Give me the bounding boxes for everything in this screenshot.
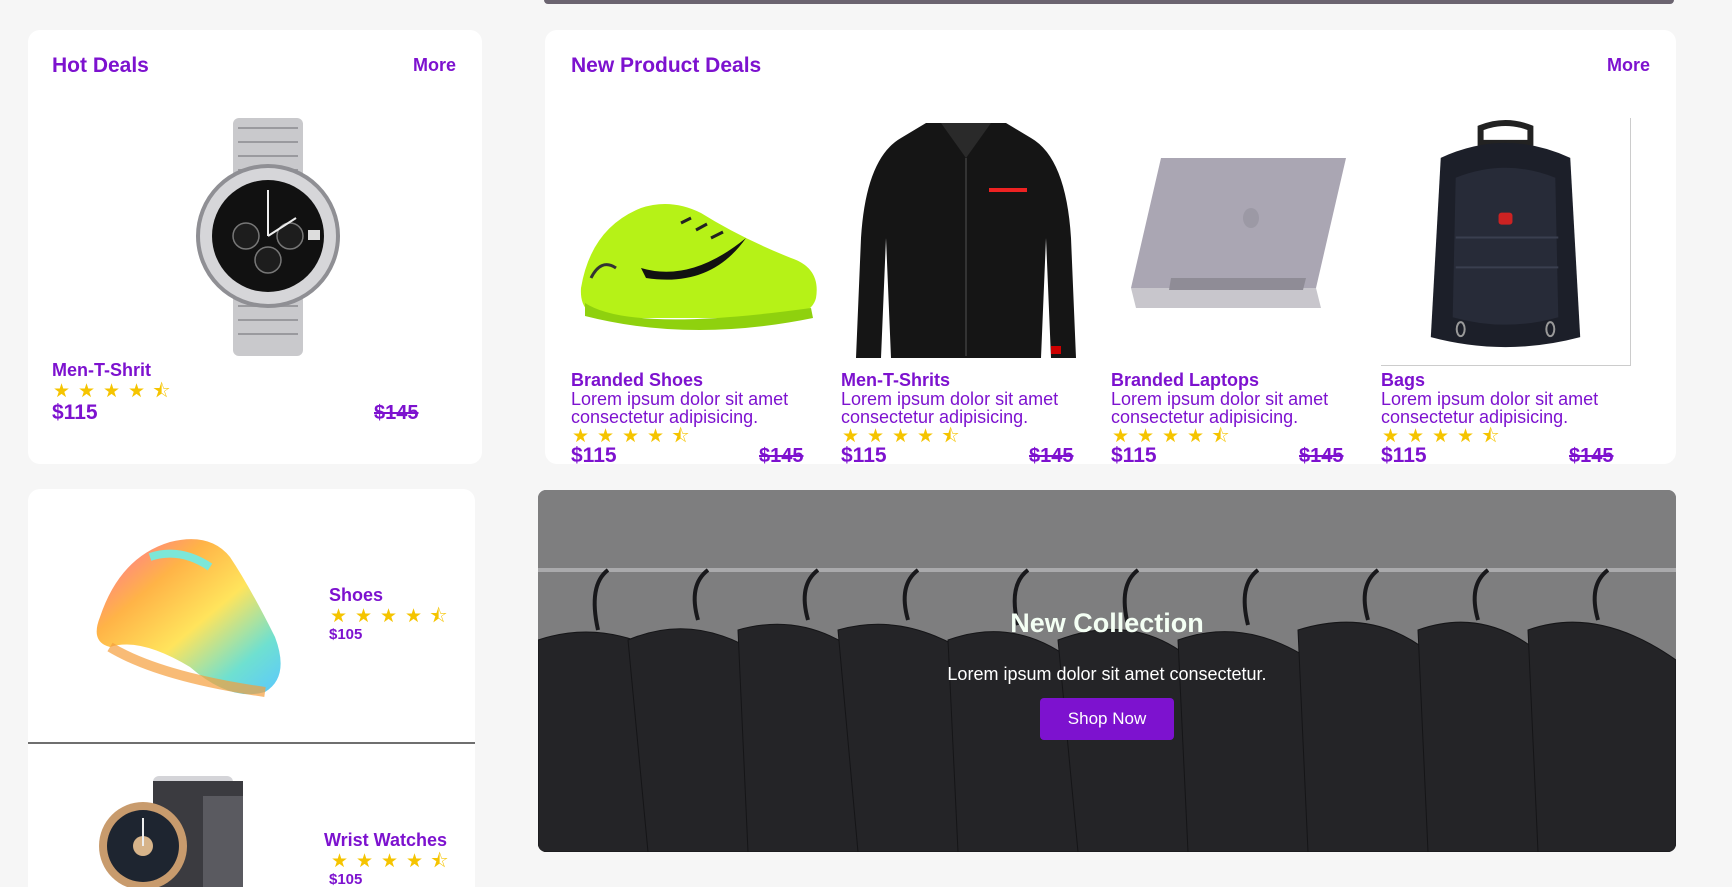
star-icon: ★: [646, 426, 665, 447]
hot-deals-card: Hot Deals More Men-T-Shrit ★ ★ ★ ★ ⯪ $11…: [28, 30, 482, 464]
product-tile[interactable]: Bags Lorem ipsum dolor sit amet consecte…: [1381, 118, 1631, 478]
new-deals-title: New Product Deals: [571, 54, 762, 77]
hot-deal-old-price: $145: [374, 402, 419, 424]
star-icon: ★: [1456, 426, 1475, 447]
star-icon: ★: [354, 606, 373, 627]
star-icon: ★: [379, 606, 398, 627]
half-star-icon: ⯪: [430, 851, 449, 872]
list-item-rating: ★ ★ ★ ★ ⯪: [329, 607, 448, 627]
star-icon: ★: [355, 851, 374, 872]
product-description: Lorem ipsum dolor sit amet consectetur a…: [1381, 389, 1599, 427]
new-collection-banner: New Collection Lorem ipsum dolor sit ame…: [538, 490, 1676, 852]
product-price: $115: [571, 444, 617, 467]
product-name[interactable]: Branded Shoes: [571, 370, 703, 391]
wrist-watch-image[interactable]: [93, 776, 253, 887]
product-price: $115: [841, 444, 887, 467]
product-description: Lorem ipsum dolor sit amet consectetur a…: [841, 389, 1059, 427]
star-icon: ★: [330, 851, 349, 872]
list-item-rating: ★ ★ ★ ★ ⯪: [330, 852, 449, 872]
product-description: Lorem ipsum dolor sit amet consectetur a…: [571, 389, 789, 427]
star-icon: ★: [52, 381, 71, 402]
list-item-price: $105: [329, 626, 363, 643]
list-item-price: $105: [329, 871, 363, 887]
product-old-price: $145: [1299, 445, 1344, 467]
banner-title: New Collection: [1010, 608, 1204, 638]
star-icon: ★: [404, 606, 423, 627]
hot-deal-product-name[interactable]: Men-T-Shrit: [52, 360, 151, 381]
product-old-price: $145: [759, 445, 804, 467]
product-tile[interactable]: Branded Laptops Lorem ipsum dolor sit am…: [1111, 118, 1361, 478]
product-tile[interactable]: Men-T-Shrits Lorem ipsum dolor sit amet …: [841, 118, 1091, 478]
product-name[interactable]: Branded Laptops: [1111, 370, 1259, 391]
half-star-icon: ⯪: [429, 606, 448, 627]
product-description: Lorem ipsum dolor sit amet consectetur a…: [1111, 389, 1329, 427]
hot-deals-title: Hot Deals: [52, 54, 149, 77]
star-icon: ★: [1186, 426, 1205, 447]
banner-subtitle: Lorem ipsum dolor sit amet consectetur.: [947, 664, 1267, 684]
product-tile[interactable]: Branded Shoes Lorem ipsum dolor sit amet…: [571, 118, 821, 478]
half-star-icon: ⯪: [1211, 426, 1230, 447]
half-star-icon: ⯪: [671, 426, 690, 447]
hot-deal-price: $115: [52, 401, 98, 424]
list-item[interactable]: Wrist Watches ★ ★ ★ ★ ⯪ $105: [28, 746, 475, 887]
list-item[interactable]: Shoes ★ ★ ★ ★ ⯪ $105: [28, 489, 475, 744]
new-deals-more-link[interactable]: More: [1607, 55, 1650, 76]
black-shirt-image[interactable]: [841, 118, 1091, 366]
star-icon: ★: [621, 426, 640, 447]
wrist-watch-image[interactable]: [178, 118, 358, 358]
product-name[interactable]: Bags: [1381, 370, 1425, 391]
half-star-icon: ⯪: [152, 381, 171, 402]
half-star-icon: ⯪: [941, 426, 960, 447]
list-item-name[interactable]: Wrist Watches: [324, 830, 447, 851]
product-price: $115: [1111, 444, 1157, 467]
star-icon: ★: [127, 381, 146, 402]
star-icon: ★: [77, 381, 96, 402]
product-price: $115: [1381, 444, 1427, 467]
star-icon: ★: [329, 606, 348, 627]
laptop-image[interactable]: [1111, 118, 1361, 366]
star-icon: ★: [891, 426, 910, 447]
list-item-name[interactable]: Shoes: [329, 585, 383, 606]
half-star-icon: ⯪: [1481, 426, 1500, 447]
product-name[interactable]: Men-T-Shrits: [841, 370, 950, 391]
product-old-price: $145: [1569, 445, 1614, 467]
star-icon: ★: [102, 381, 121, 402]
hot-deal-rating: ★ ★ ★ ★ ⯪: [52, 382, 171, 402]
top-banner-edge: [544, 0, 1674, 4]
side-product-list: Shoes ★ ★ ★ ★ ⯪ $105 Wrist Watches ★ ★ ★ ★ ⯪ $10…: [28, 489, 475, 887]
sneaker-image[interactable]: [571, 118, 821, 366]
shop-now-button[interactable]: Shop Now: [1040, 698, 1174, 740]
star-icon: ★: [1431, 426, 1450, 447]
star-icon: ★: [405, 851, 424, 872]
backpack-image[interactable]: [1381, 118, 1631, 366]
star-icon: ★: [1161, 426, 1180, 447]
star-icon: ★: [916, 426, 935, 447]
colorful-sneaker-image[interactable]: [80, 527, 310, 707]
new-product-deals-card: New Product Deals More Branded Shoes Lor…: [545, 30, 1676, 467]
hot-deals-more-link[interactable]: More: [413, 55, 456, 76]
product-old-price: $145: [1029, 445, 1074, 467]
star-icon: ★: [380, 851, 399, 872]
